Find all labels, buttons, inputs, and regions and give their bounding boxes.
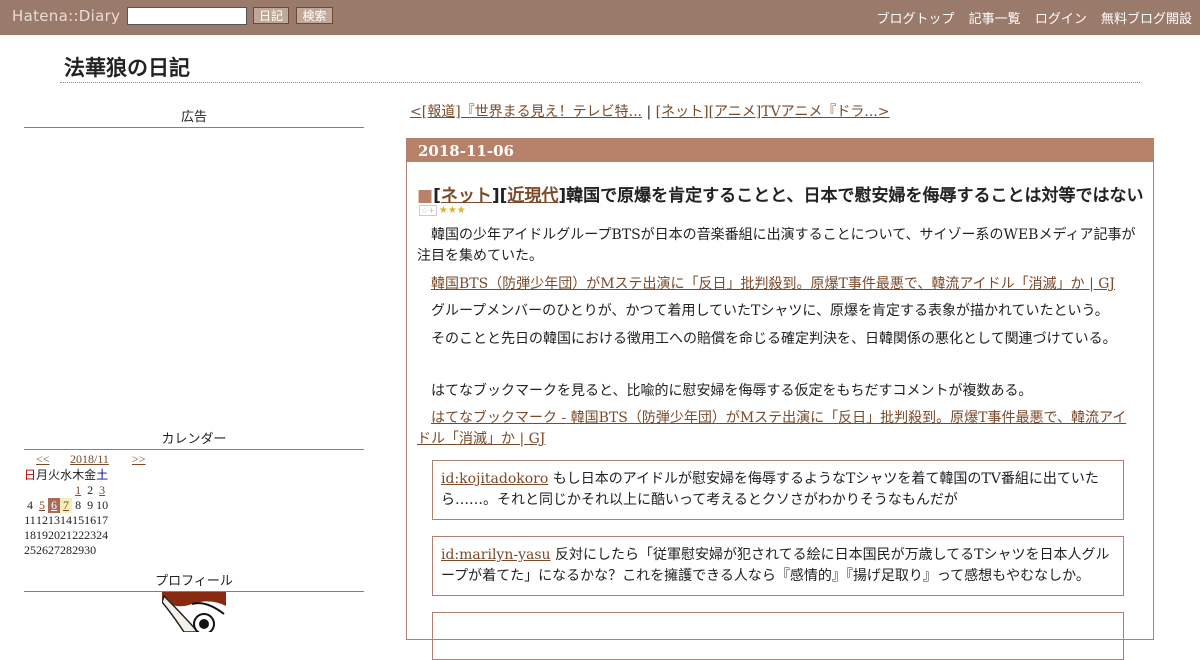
blog-top-link[interactable]: ブログトップ (877, 12, 955, 27)
calendar-day: 25 (24, 543, 36, 557)
calendar-day: 22 (72, 528, 85, 542)
calendar-day: 19 (36, 528, 49, 542)
calendar-day (96, 543, 108, 558)
calendar-weekday: 土 (96, 468, 109, 482)
blog-title[interactable]: 法華狼の日記 (64, 52, 190, 82)
calendar-weekday: 金 (84, 468, 97, 482)
calendar-day: 13 (48, 513, 61, 527)
entry-title: ■[ネット][近現代]韓国で原爆を肯定することと、日本で慰安婦を侮辱することは対… (417, 186, 1144, 206)
top-nav: ブログトップ 記事一覧 ログイン 無料ブログ開設 (867, 8, 1192, 27)
calendar-weekday: 月 (36, 468, 49, 482)
create-blog-link[interactable]: 無料ブログ開設 (1101, 12, 1192, 27)
calendar-day: 18 (24, 528, 36, 542)
calendar-day[interactable]: 6 (48, 498, 61, 513)
calendar-day: 14 (60, 513, 73, 527)
calendar-day: 2 (87, 483, 94, 497)
entry-title-text: 韓国で原爆を肯定することと、日本で慰安婦を侮辱することは対等ではない (566, 186, 1144, 206)
bookmark-comment: id:kojitadokoro もし日本のアイドルが慰安婦を侮辱するようなTシャ… (432, 460, 1124, 520)
calendar-day[interactable]: 7 (60, 498, 73, 513)
calendar-weekday: 木 (72, 468, 85, 482)
calendar-day: 26 (36, 543, 49, 557)
comment-user-link[interactable]: id:marilyn-yasu (441, 547, 551, 563)
calendar-weekday: 水 (60, 468, 73, 482)
title-divider (60, 82, 1140, 83)
entry-paragraph-3: そのことと先日の韓国における徴用工への賠償を命じる確定判決を、日韓関係の悪化とし… (431, 331, 1117, 347)
calendar-day: 16 (84, 513, 97, 527)
calendar-day: 10 (96, 498, 109, 512)
calendar-day[interactable]: 1 (72, 483, 84, 498)
prev-entry-link[interactable]: <[報道]『世界まる見え！テレビ特... (410, 104, 642, 120)
next-entry-link[interactable]: [ネット][アニメ]TVアニメ『ドラ...> (656, 104, 890, 120)
calendar-day-link[interactable]: 1 (75, 483, 81, 497)
entry-link-1[interactable]: 韓国BTS（防弾少年団）がMステ出演に「反日」批判殺到。原爆T事件最悪で、韓流ア… (431, 276, 1115, 292)
star-rating: ☆+ ★★★ (419, 205, 466, 216)
calendar-day[interactable]: 3 (96, 483, 108, 498)
article-list-link[interactable]: 記事一覧 (969, 12, 1021, 27)
calendar-day: 28 (60, 543, 73, 557)
hatena-diary-logo[interactable]: Hatena::Diary (12, 7, 120, 25)
category-net-link[interactable]: ネット (441, 186, 492, 206)
login-link[interactable]: ログイン (1035, 12, 1087, 27)
calendar-day: 11 (24, 513, 36, 527)
calendar-day: 17 (96, 513, 109, 527)
calendar-day (24, 483, 36, 498)
ad-heading: 広告 (24, 106, 364, 128)
add-star-icon[interactable]: ☆+ (419, 205, 437, 216)
calendar-day: 21 (60, 528, 73, 542)
bookmark-comment: id:marilyn-yasu 反対にしたら「従軍慰安婦が犯されてる絵に日本国民… (432, 536, 1124, 596)
profile-avatar[interactable] (162, 592, 226, 632)
calendar-day: 24 (96, 528, 109, 542)
calendar-day: 15 (72, 513, 85, 527)
calendar-nav: << 2018/11 >> (24, 452, 154, 466)
category-modern-history-link[interactable]: 近現代 (507, 186, 558, 206)
calendar-day: 12 (36, 513, 49, 527)
search-input[interactable] (127, 7, 247, 25)
diary-button[interactable]: 日記 (253, 7, 289, 24)
entry-paragraph-1: 韓国の少年アイドルグループBTSが日本の音楽番組に出演することについて、サイゾー… (417, 227, 1136, 264)
calendar-weekday: 火 (48, 468, 61, 482)
calendar-day: 8 (75, 498, 82, 512)
calendar-day: 27 (48, 543, 61, 557)
calendar-month-link[interactable]: 2018/11 (70, 452, 109, 467)
top-bar: Hatena::Diary 日記 検索 ブログトップ 記事一覧 ログイン 無料ブ… (0, 0, 1200, 35)
calendar-day[interactable]: 5 (36, 498, 48, 513)
calendar-day-link[interactable]: 7 (63, 498, 69, 512)
entry-date[interactable]: 2018-11-06 (418, 142, 514, 160)
calendar-day: 9 (87, 498, 94, 512)
entry-paragraph-2: グループメンバーのひとりが、かつて着用していたTシャツに、原爆を肯定する表象が描… (431, 303, 1109, 319)
calendar-next-link[interactable]: >> (132, 452, 146, 467)
entry-permalink-square[interactable]: ■ (417, 186, 433, 206)
calendar-day (48, 483, 60, 498)
bookmark-comment-partial (432, 612, 1124, 660)
calendar-day: 30 (84, 543, 97, 557)
entry-pager: <[報道]『世界まる見え！テレビ特... | [ネット][アニメ]TVアニメ『ド… (410, 101, 889, 121)
calendar-day-link[interactable]: 5 (39, 498, 45, 512)
entry-paragraph-4: はてなブックマークを見ると、比喩的に慰安婦を侮辱する仮定をもちだすコメントが複数… (431, 383, 1033, 399)
calendar-table: 日月火水木金土 1 2 3 4 5 6 7 8 9 10 11 12 13 14 15 16 17 18 19 20 21… (24, 466, 108, 558)
calendar-day: 4 (27, 498, 33, 512)
entry-link-2[interactable]: はてなブックマーク - 韓国BTS（防弾少年団）がMステ出演に「反日」批判殺到。… (417, 410, 1126, 447)
search-button[interactable]: 検索 (296, 7, 333, 24)
calendar-day: 23 (84, 528, 97, 542)
calendar-weekday: 日 (24, 468, 37, 482)
calendar-day: 20 (48, 528, 61, 542)
calendar-day-link[interactable]: 3 (99, 483, 105, 497)
calendar-day (36, 483, 48, 498)
profile-heading: プロフィール (24, 570, 364, 592)
date-bar: 2018-11-06 (407, 139, 1153, 162)
pager-separator: | (646, 104, 652, 120)
stars-icon[interactable]: ★★★ (439, 205, 466, 216)
calendar-day: 29 (72, 543, 85, 557)
calendar-day (60, 483, 72, 498)
day-section: 2018-11-06 ■[ネット][近現代]韓国で原爆を肯定することと、日本で慰… (406, 138, 1154, 660)
entry-link-2-wrap: はてなブックマーク - 韓国BTS（防弾少年団）がMステ出演に「反日」批判殺到。… (417, 408, 1139, 450)
calendar-prev-link[interactable]: << (36, 452, 50, 467)
calendar-day-link[interactable]: 6 (51, 498, 57, 512)
comment-user-link[interactable]: id:kojitadokoro (441, 471, 548, 487)
calendar-heading: カレンダー (24, 428, 364, 450)
entry-link-1-wrap: 韓国BTS（防弾少年団）がMステ出演に「反日」批判殺到。原爆T事件最悪で、韓流ア… (417, 274, 1139, 295)
